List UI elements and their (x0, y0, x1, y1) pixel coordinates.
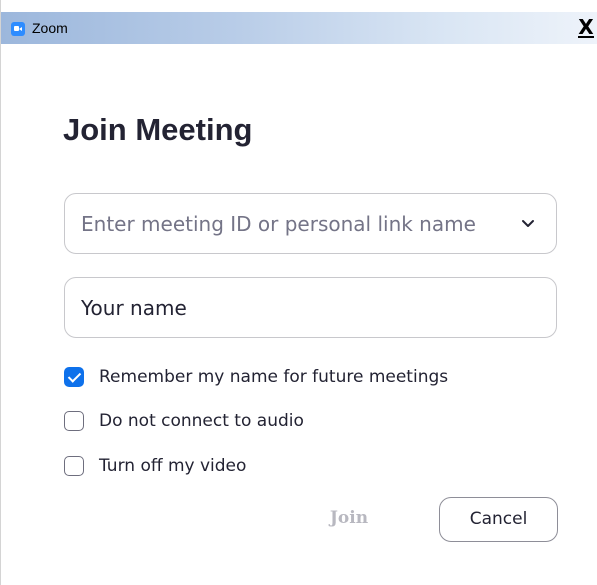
name-input[interactable] (81, 278, 501, 337)
no-audio-label[interactable]: Do not connect to audio (99, 411, 304, 431)
meeting-id-input[interactable] (81, 194, 501, 253)
video-off-checkbox[interactable] (64, 456, 84, 476)
video-off-option[interactable]: Turn off my video (64, 454, 246, 478)
chevron-down-icon[interactable] (520, 215, 536, 231)
window-titlebar[interactable]: Zoom X (1, 12, 597, 44)
window-title: Zoom (32, 20, 68, 36)
cancel-button[interactable]: Cancel (439, 497, 558, 542)
no-audio-checkbox[interactable] (64, 411, 84, 431)
video-off-label[interactable]: Turn off my video (99, 456, 246, 476)
page-title: Join Meeting (63, 112, 253, 147)
close-button[interactable]: X (576, 16, 596, 38)
zoom-app-icon (11, 22, 25, 36)
name-field[interactable] (64, 277, 557, 338)
zoom-join-window: Zoom X Join Meeting Remember my name for… (0, 0, 597, 585)
remember-name-checkbox[interactable] (64, 367, 84, 387)
join-button[interactable]: Join (288, 497, 410, 542)
remember-name-option[interactable]: Remember my name for future meetings (64, 365, 448, 389)
meeting-id-combobox[interactable] (64, 193, 557, 254)
no-audio-option[interactable]: Do not connect to audio (64, 409, 304, 433)
remember-name-label[interactable]: Remember my name for future meetings (99, 367, 448, 387)
